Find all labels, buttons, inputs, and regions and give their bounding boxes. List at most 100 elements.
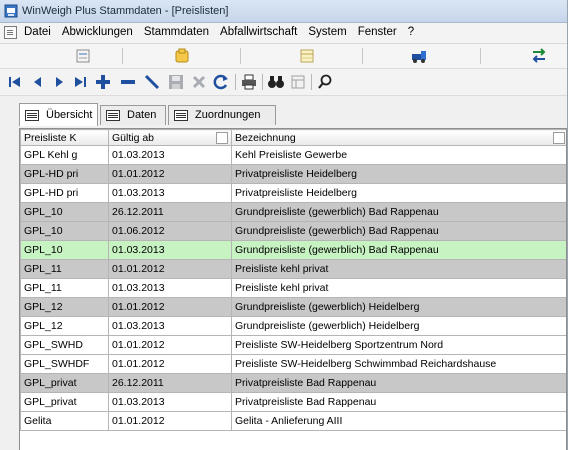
table-cell: GPL_privat [20, 392, 109, 412]
menu-item[interactable]: Abwicklungen [62, 26, 133, 38]
column-header-label: Preisliste K [24, 131, 77, 144]
table-row[interactable]: GPL_privat 26.12.2011 Privatpreisliste Bad… [20, 373, 566, 393]
table-row[interactable]: GPL_SWHD 01.01.2012 Preisliste SW-Heidelbe… [20, 335, 566, 355]
add-record-icon[interactable] [94, 73, 112, 91]
table-cell: 01.03.2013 [108, 183, 232, 203]
clock-module-icon[interactable] [173, 48, 191, 64]
menu-items: Datei Abwicklungen Stammdaten Abfallwirtsch… [24, 26, 425, 38]
first-record-icon[interactable] [6, 73, 24, 91]
tab-bar: Übersicht Daten Zuordnungen [0, 97, 567, 127]
table-row[interactable]: GPL_12 01.03.2013 Grundpreisliste (gewerbl… [20, 316, 566, 336]
table-row[interactable]: GPL_11 01.01.2012 Preisliste kehl privat [20, 259, 566, 279]
record-toolbar [0, 69, 567, 96]
menu-item[interactable]: Abfallwirtschaft [220, 26, 297, 38]
menu-item[interactable]: Datei [24, 26, 51, 38]
toolbar-separator [480, 48, 481, 64]
tab-label: Zuordnungen [195, 109, 261, 121]
tab-zuordnungen[interactable]: Zuordnungen [168, 105, 276, 125]
table-cell: 01.01.2012 [108, 297, 232, 317]
previous-record-icon[interactable] [29, 73, 47, 91]
table-row[interactable]: Gelita 01.01.2012 Gelita - Anlieferung AII… [20, 411, 566, 431]
column-header-bezeichnung[interactable]: Bezeichnung [231, 129, 566, 146]
table-cell: Grundpreisliste (gewerblich) Heidelberg [231, 316, 566, 336]
table-row[interactable]: GPL_10 26.12.2011 Grundpreisliste (gewerbl… [20, 202, 566, 222]
toolbar-separator [362, 48, 363, 64]
column-filter-box[interactable] [553, 132, 565, 144]
table-row[interactable]: GPL Kehl g 01.03.2013 Kehl Preisliste Gewe… [20, 145, 566, 165]
table-row[interactable]: GPL_11 01.03.2013 Preisliste kehl privat [20, 278, 566, 298]
table-cell: GPL_11 [20, 259, 109, 279]
column-header-preisliste[interactable]: Preisliste K [20, 129, 109, 146]
table-cell: Preisliste SW-Heidelberg Sportzentrum No… [231, 335, 566, 355]
menu-bar: Datei Abwicklungen Stammdaten Abfallwirtsch… [0, 23, 567, 44]
main-window: WinWeigh Plus Stammdaten - [Preislisten]… [0, 0, 568, 450]
print-icon[interactable] [240, 73, 258, 91]
search-icon[interactable] [316, 73, 334, 91]
table-row[interactable]: GPL-HD pri 01.03.2013 Privatpreisliste Hei… [20, 183, 566, 203]
table-cell: 01.06.2012 [108, 221, 232, 241]
edit-record-icon[interactable] [143, 73, 161, 91]
table-cell: GPL_12 [20, 316, 109, 336]
tab-uebersicht[interactable]: Übersicht [19, 103, 98, 126]
save-record-icon[interactable] [167, 73, 185, 91]
document-icon[interactable] [4, 26, 17, 39]
table-cell: 01.03.2013 [108, 240, 232, 260]
menu-item[interactable]: Fenster [358, 26, 397, 38]
table-row[interactable]: GPL_SWHDF 01.01.2012 Preisliste SW-Heidelb… [20, 354, 566, 374]
table-row[interactable]: GPL_12 01.01.2012 Grundpreisliste (gewerbl… [20, 297, 566, 317]
truck-module-icon[interactable] [410, 48, 428, 64]
table-cell: 01.01.2012 [108, 411, 232, 431]
last-record-icon[interactable] [71, 73, 89, 91]
binoculars-icon[interactable] [267, 73, 285, 91]
column-filter-box[interactable] [216, 132, 228, 144]
table-cell: Grundpreisliste (gewerblich) Bad Rappena… [231, 221, 566, 241]
table-cell: 01.03.2013 [108, 145, 232, 165]
form-module-icon[interactable] [74, 48, 92, 64]
filter-table-icon[interactable] [289, 73, 307, 91]
table-cell: Grundpreisliste (gewerblich) Bad Rappena… [231, 240, 566, 260]
toolbar-separator [262, 74, 263, 90]
table-cell: Privatpreisliste Bad Rappenau [231, 373, 566, 393]
form-icon [174, 110, 188, 121]
column-header-label: Gültig ab [112, 131, 155, 144]
table-cell: 01.03.2013 [108, 392, 232, 412]
table-row[interactable]: GPL-HD pri 01.01.2012 Privatpreisliste Hei… [20, 164, 566, 184]
table-cell: 01.01.2012 [108, 335, 232, 355]
menu-item[interactable]: System [308, 26, 346, 38]
table-cell: 01.03.2013 [108, 316, 232, 336]
table-cell: GPL_SWHD [20, 335, 109, 355]
tab-daten[interactable]: Daten [100, 105, 166, 125]
app-icon [4, 4, 18, 18]
menu-item[interactable]: ? [408, 26, 414, 38]
row-indicator-column [3, 128, 19, 450]
table-cell: GPL_11 [20, 278, 109, 298]
delete-record-icon[interactable] [119, 73, 137, 91]
column-header-label: Bezeichnung [235, 131, 296, 144]
module-toolbar [0, 44, 567, 69]
menu-item[interactable]: Stammdaten [144, 26, 209, 38]
table-cell: Grundpreisliste (gewerblich) Bad Rappena… [231, 202, 566, 222]
table-cell: GPL-HD pri [20, 164, 109, 184]
title-bar: WinWeigh Plus Stammdaten - [Preislisten] [0, 0, 567, 23]
form-icon [106, 110, 120, 121]
table-row[interactable]: GPL_privat 01.03.2013 Privatpreisliste Bad… [20, 392, 566, 412]
table-row[interactable]: GPL_10 01.06.2012 Grundpreisliste (gewerbl… [20, 221, 566, 241]
cancel-edit-icon[interactable] [190, 73, 208, 91]
refresh-icon[interactable] [212, 73, 230, 91]
table-icon [25, 110, 39, 121]
table-cell: 01.03.2013 [108, 278, 232, 298]
table-row[interactable]: GPL_10 01.03.2013 Grundpreisliste (gewerbl… [20, 240, 566, 260]
table-cell: 01.01.2012 [108, 354, 232, 374]
table-cell: GPL_SWHDF [20, 354, 109, 374]
exchange-module-icon[interactable] [530, 48, 548, 64]
table-cell: GPL_12 [20, 297, 109, 317]
table-cell: Gelita - Anlieferung AIII [231, 411, 566, 431]
table-cell: 01.01.2012 [108, 259, 232, 279]
table-cell: 01.01.2012 [108, 164, 232, 184]
window-title: WinWeigh Plus Stammdaten - [Preislisten] [22, 5, 229, 17]
column-header-gueltig-ab[interactable]: Gültig ab [108, 129, 232, 146]
next-record-icon[interactable] [50, 73, 68, 91]
calendar-module-icon[interactable] [298, 48, 316, 64]
table-cell: Preisliste kehl privat [231, 278, 566, 298]
table-cell: GPL_10 [20, 240, 109, 260]
